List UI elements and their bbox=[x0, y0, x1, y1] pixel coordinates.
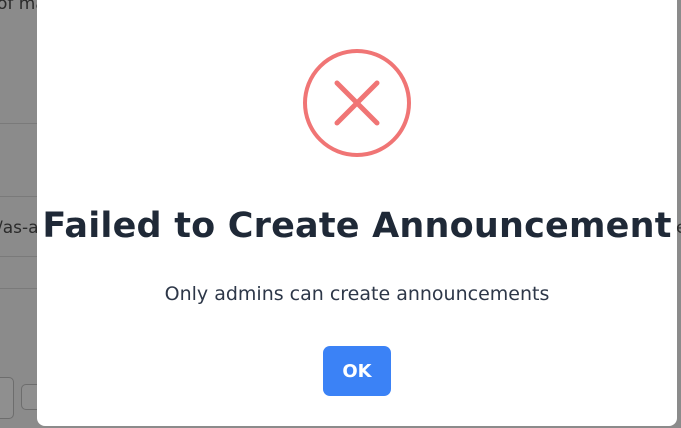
background-divider bbox=[0, 196, 40, 197]
background-input-box bbox=[0, 377, 14, 419]
dialog-title: Failed to Create Announcement bbox=[42, 206, 672, 246]
background-text-fragment: /as-a bbox=[0, 218, 39, 238]
background-divider bbox=[0, 123, 40, 124]
background-divider bbox=[0, 256, 40, 257]
error-x-circle-icon bbox=[303, 49, 411, 157]
dialog-message: Only admins can create announcements bbox=[164, 283, 550, 305]
ok-button[interactable]: OK bbox=[323, 346, 391, 396]
background-divider bbox=[0, 288, 40, 289]
